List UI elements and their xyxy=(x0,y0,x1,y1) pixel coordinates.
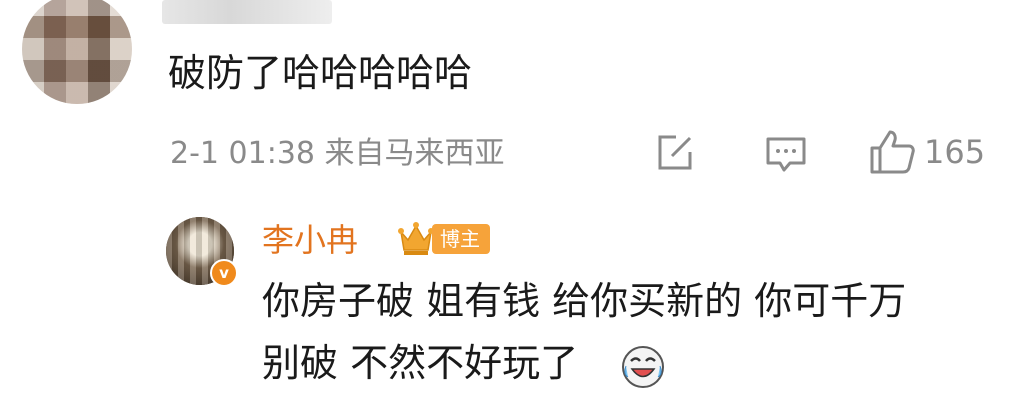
share-icon xyxy=(658,135,692,170)
reply-text-line2: 别破 不然不好玩了 xyxy=(262,341,579,385)
comment-button[interactable] xyxy=(764,133,808,175)
reply-author-name[interactable]: 李小冉 xyxy=(262,220,358,260)
laughing-tears-emoji-icon xyxy=(622,346,664,388)
comment-meta: 2-1 01:38 来自马来西亚 xyxy=(170,136,505,171)
crown-icon xyxy=(398,222,434,255)
comment-icon xyxy=(766,137,806,172)
like-button[interactable]: 165 xyxy=(868,128,985,176)
like-count: 165 xyxy=(924,133,986,171)
commenter-name-blurred[interactable] xyxy=(162,0,332,24)
verified-badge: v xyxy=(210,259,238,287)
comment-text: 破防了哈哈哈哈哈 xyxy=(168,51,473,95)
reply-author-avatar[interactable]: v xyxy=(166,217,238,287)
blogger-badge: 博主 xyxy=(432,224,490,254)
reply-text-line1: 你房子破 姐有钱 给你买新的 你可千万 xyxy=(262,279,907,323)
thumbs-up-icon xyxy=(870,130,915,174)
commenter-avatar[interactable] xyxy=(22,0,132,104)
share-button[interactable] xyxy=(654,132,696,174)
